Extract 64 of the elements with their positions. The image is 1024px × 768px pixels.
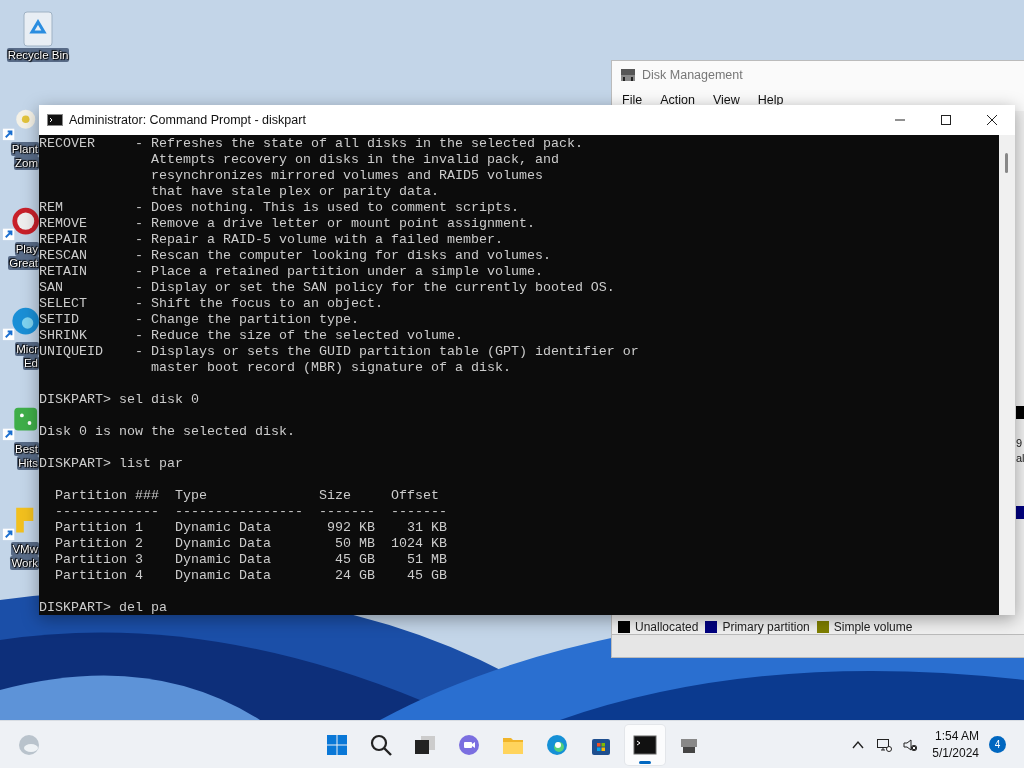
- icon-label: Micr: [15, 342, 39, 356]
- console-line: RETAIN - Place a retained partition under a simple volume.: [39, 264, 544, 280]
- scrollbar[interactable]: [999, 135, 1015, 615]
- console-line: SETID - Change the partition type.: [39, 312, 360, 328]
- maximize-icon: [940, 114, 952, 126]
- network-icon[interactable]: [876, 736, 893, 753]
- console-line: master boot record (MBR) signature of a disk.: [149, 360, 512, 376]
- menu-item[interactable]: Help: [757, 93, 784, 107]
- terminal-button[interactable]: [625, 725, 665, 765]
- notification-badge[interactable]: 4: [989, 736, 1006, 753]
- console-line: SHRINK - Reduce the size of the selected volume.: [39, 328, 464, 344]
- console-line: REMOVE - Remove a drive letter or mount point assignment.: [39, 216, 536, 232]
- console-line: UNIQUEID - Displays or sets the GUID partition table (GPT) identifier or: [39, 344, 640, 360]
- icon-label: Work: [10, 556, 39, 570]
- console-line: SELECT - Shift the focus to an object.: [39, 296, 384, 312]
- task-view-icon: [413, 733, 437, 757]
- console-line: Partition ### Type Size Offset: [54, 488, 440, 504]
- window-title: Disk Management: [642, 68, 743, 82]
- console-line: REM - Does nothing. This is used to comment scripts.: [39, 200, 520, 216]
- browser-icon: [545, 733, 569, 757]
- terminal-icon: [47, 114, 63, 126]
- disk-label-fragment: al: [1016, 452, 1024, 464]
- icon-label: Great: [8, 256, 39, 270]
- legend-label: Unallocated: [635, 619, 699, 634]
- disk-label-fragment: 9: [1016, 437, 1023, 449]
- menu-item[interactable]: File: [622, 93, 643, 107]
- console-line: RESCAN - Rescan the computer looking for disks and volumes.: [39, 248, 552, 264]
- console-line: RECOVER - Refreshes the state of all disks in the selected pack.: [39, 136, 584, 152]
- console-line: DISKPART> list par: [39, 456, 184, 472]
- terminal-icon: [633, 733, 657, 757]
- console-line: that have stale plex or parity data.: [149, 184, 440, 200]
- icon-label: Recycle Bin: [6, 48, 70, 62]
- windows-logo-icon: [325, 733, 349, 757]
- legend-label: Primary partition: [722, 619, 810, 634]
- speaker-muted-icon[interactable]: [902, 736, 919, 753]
- console-line: resynchronizes mirrored volumes and RAID5 volumes: [149, 168, 544, 184]
- icon-label: Hits: [17, 456, 39, 470]
- menu-item[interactable]: Action: [660, 93, 695, 107]
- video-chat-icon: [457, 733, 481, 757]
- console-line: ------------- ---------------- ------- -------: [54, 504, 448, 520]
- menu-item[interactable]: View: [712, 93, 740, 107]
- console-line: Partition 2 Dynamic Data 50 MB 1024 KB: [54, 536, 448, 552]
- console-line: REPAIR - Repair a RAID-5 volume with a failed member.: [39, 232, 504, 248]
- console-line: Partition 4 Dynamic Data 24 GB 45 GB: [54, 568, 448, 584]
- console-line: Attempts recovery on disks in the invalid pack, and: [149, 152, 560, 168]
- console-line: Partition 3 Dynamic Data 45 GB 51 MB: [54, 552, 448, 568]
- search-icon: [369, 733, 393, 757]
- console-line: Disk 0 is now the selected disk.: [39, 424, 296, 440]
- console-line: Partition 1 Dynamic Data 992 KB 31 KB: [54, 520, 448, 536]
- legend-label: Simple volume: [833, 619, 913, 634]
- icon-label: Ed: [22, 356, 39, 370]
- console-line: DISKPART> del pa: [39, 600, 168, 615]
- icon-label: Plant: [10, 142, 39, 156]
- clock-date[interactable]: 5/1/2024: [932, 744, 979, 762]
- clock-time[interactable]: 1:54 AM: [934, 727, 979, 745]
- window-title: Administrator: Command Prompt - diskpart: [69, 113, 306, 127]
- console-line: DISKPART> sel disk 0: [39, 392, 200, 408]
- close-icon: [986, 114, 998, 126]
- icon-label: Best: [14, 442, 39, 456]
- icon-label: Play: [14, 242, 39, 256]
- icon-label: Zom: [14, 156, 39, 170]
- console-line: SAN - Display or set the SAN policy for the currently booted OS.: [39, 280, 616, 296]
- disk-icon: [620, 68, 636, 82]
- icon-label: VMw: [11, 542, 39, 556]
